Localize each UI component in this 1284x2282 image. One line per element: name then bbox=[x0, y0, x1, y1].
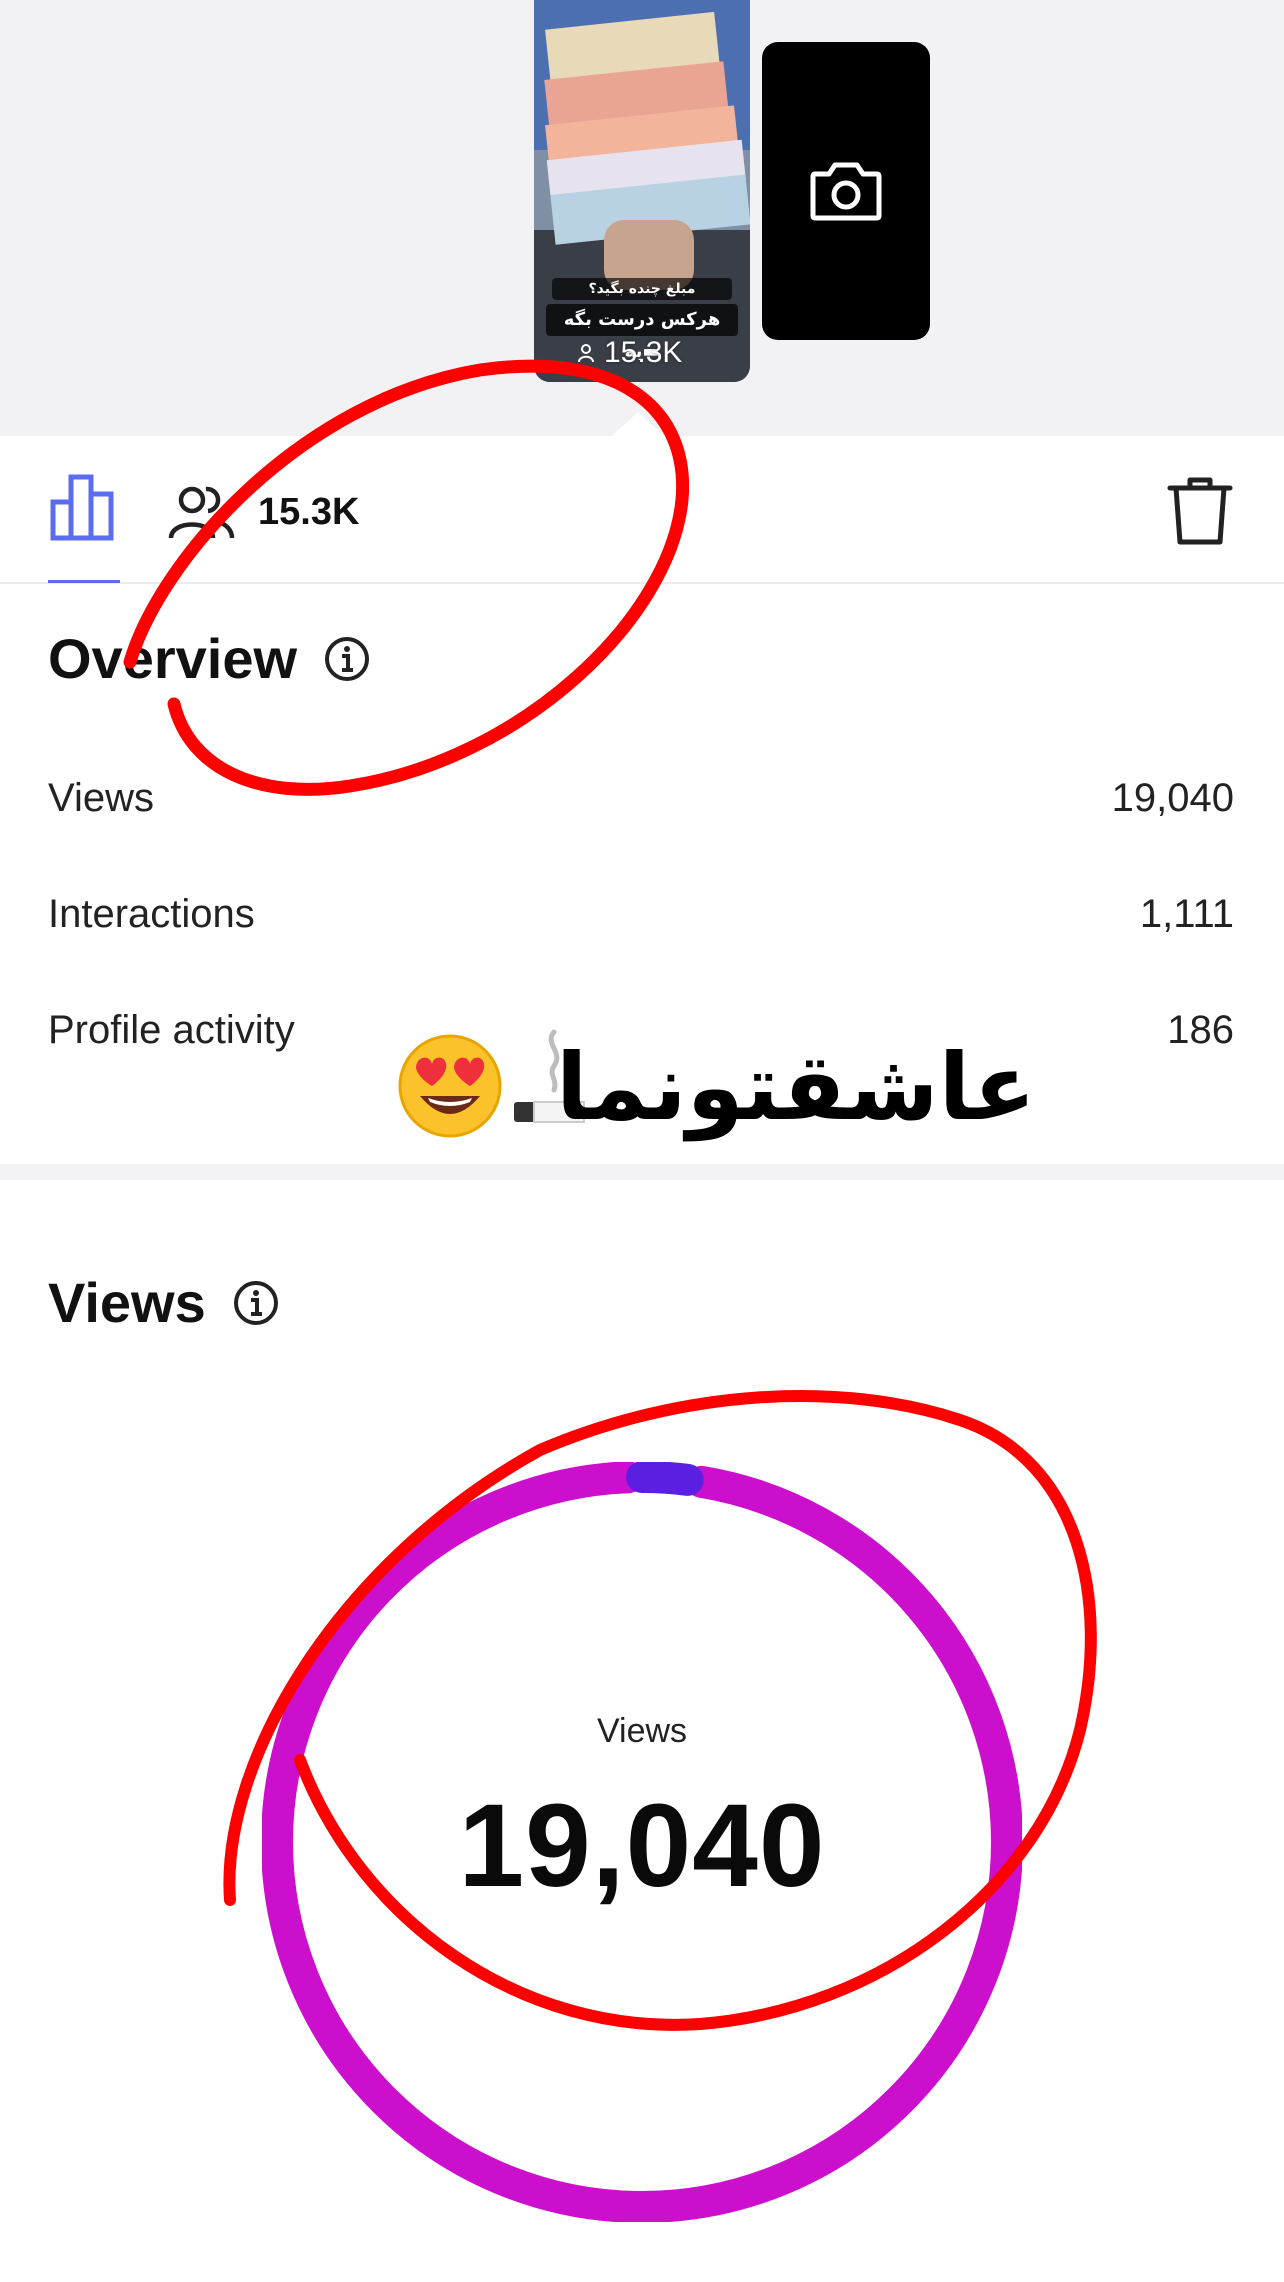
metric-value: 186 bbox=[1167, 1007, 1234, 1052]
sticker-text: عاشقتونما bbox=[555, 1034, 1036, 1141]
info-icon[interactable] bbox=[232, 1279, 280, 1327]
story-views-count: 15.3K bbox=[604, 336, 683, 369]
overview-heading: Overview bbox=[48, 626, 371, 691]
donut-total-views: 19,040 bbox=[458, 1780, 826, 1912]
story-preview-strip: مبلغ چنده بگید؟ هرکس درست بگه ▬به 15.3K bbox=[0, 0, 1284, 436]
people-icon bbox=[578, 344, 594, 363]
metric-row-interactions[interactable]: Interactions 1,111 bbox=[48, 884, 1234, 944]
views-heading: Views bbox=[48, 1270, 280, 1335]
story-caption-line-2: هرکس درست بگه ▬به bbox=[546, 304, 738, 362]
active-tab-indicator bbox=[48, 580, 120, 583]
thumbnail-pointer bbox=[612, 412, 664, 436]
camera-icon bbox=[810, 162, 882, 221]
metric-label: Profile activity bbox=[48, 1007, 295, 1052]
metric-label: Views bbox=[48, 775, 154, 820]
people-icon bbox=[168, 486, 235, 539]
delete-button[interactable] bbox=[1166, 476, 1234, 548]
text-sticker: عاشقتونما bbox=[396, 1022, 1036, 1162]
donut-label: Views bbox=[596, 1712, 688, 1750]
story-caption-line-1: مبلغ چنده بگید؟ bbox=[552, 278, 732, 300]
tab-insights[interactable] bbox=[48, 472, 120, 582]
tab-followers[interactable]: 15.3K bbox=[168, 476, 359, 548]
section-divider bbox=[0, 1164, 1284, 1180]
add-story-button[interactable] bbox=[762, 42, 930, 340]
bar-chart-icon bbox=[50, 474, 114, 541]
followers-count: 15.3K bbox=[258, 490, 360, 533]
trash-icon bbox=[1167, 477, 1233, 545]
views-title: Views bbox=[48, 1271, 206, 1334]
metric-row-views[interactable]: Views 19,040 bbox=[48, 768, 1234, 828]
insights-tab-bar: 15.3K bbox=[0, 436, 1284, 584]
story-thumbnail[interactable]: مبلغ چنده بگید؟ هرکس درست بگه ▬به 15.3K bbox=[534, 0, 750, 382]
info-icon[interactable] bbox=[323, 635, 371, 683]
heart-eyes-emoji bbox=[398, 1034, 502, 1138]
metric-label: Interactions bbox=[48, 891, 255, 936]
metric-value: 1,111 bbox=[1139, 891, 1234, 936]
story-views: 15.3K bbox=[578, 336, 682, 370]
overview-title: Overview bbox=[48, 627, 298, 690]
metric-value: 19,040 bbox=[1111, 775, 1234, 820]
